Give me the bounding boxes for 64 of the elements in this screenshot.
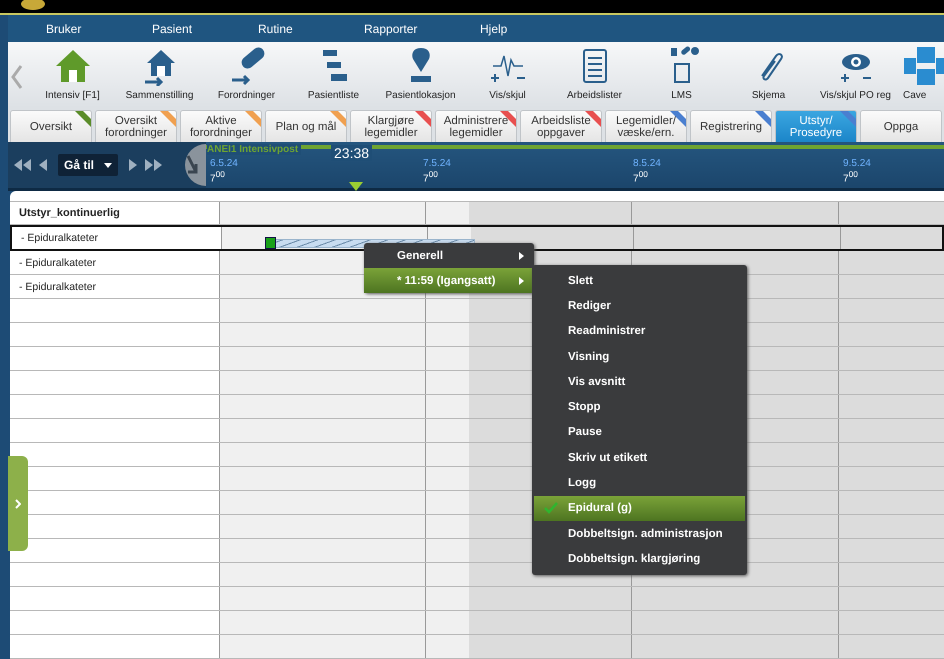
toolbar-button[interactable]: Cave — [903, 42, 944, 102]
tab[interactable]: Utstyr/ Prosedyre — [775, 110, 857, 142]
menu-item[interactable]: Bruker — [46, 22, 112, 36]
goto-dropdown[interactable]: Gå til — [58, 154, 118, 176]
tab[interactable]: Klargjøre legemidler — [350, 110, 432, 142]
puzzle-icon — [903, 46, 944, 86]
hour-label: 7$^{00}$ — [633, 169, 649, 185]
date-label: 6.5.24 — [210, 158, 239, 170]
tab[interactable]: Aktive forordninger — [180, 110, 262, 142]
menu-item[interactable]: Pause — [534, 420, 745, 446]
first-icon[interactable] — [14, 159, 32, 172]
submenu-arrow-icon — [519, 276, 524, 284]
tab[interactable]: Plan og mål — [265, 110, 347, 142]
menu-item[interactable]: Visning — [534, 344, 745, 370]
menu-item[interactable]: Dobbeltsign. klargjøring — [534, 546, 745, 572]
side-panel-handle[interactable] — [8, 456, 28, 551]
hour-label: 7$^{00}$ — [423, 169, 439, 185]
menu-item[interactable]: Hjelp — [480, 22, 546, 36]
hour-label: 7$^{00}$ — [210, 169, 226, 185]
toolbar-button[interactable]: Sammenstilling — [116, 42, 203, 102]
toolbar-button[interactable]: Vis/skjul PO reg — [812, 42, 899, 102]
next-icon[interactable] — [128, 159, 138, 172]
menu-item[interactable]: Readministrer — [534, 318, 745, 344]
chevron-right-icon — [15, 498, 21, 508]
submenu-arrow-icon — [519, 252, 524, 260]
menu-item[interactable]: Skriv ut etikett — [534, 445, 745, 470]
tab[interactable]: Administrere legemidler — [435, 110, 517, 142]
menu-item[interactable]: Rediger — [534, 293, 745, 319]
checkmark-icon — [544, 502, 558, 514]
tab[interactable]: Legemidler/ væske/ern. — [605, 110, 687, 142]
tab[interactable]: Oversikt forordninger — [95, 110, 177, 142]
toolbar-button[interactable]: Arbeidslister — [551, 42, 638, 102]
date-label: 9.5.24 — [843, 158, 872, 170]
hour-label: 7$^{00}$ — [843, 169, 859, 185]
toolbar-button[interactable]: Pasientlokasjon — [377, 42, 464, 102]
toolbar-button[interactable]: Vis/skjul — [464, 42, 551, 102]
toolbar-button[interactable]: Skjema — [725, 42, 812, 102]
tab[interactable]: Oversikt — [10, 110, 92, 142]
toolbar-button[interactable]: LMS — [638, 42, 725, 102]
menu-item[interactable]: Slett — [534, 268, 745, 294]
tab[interactable]: Registrering — [690, 110, 772, 142]
dropdown-caret-icon — [104, 162, 112, 168]
date-label: 8.5.24 — [633, 158, 662, 170]
previous-icon[interactable] — [38, 159, 48, 172]
toolbar-button[interactable]: Pasientliste — [290, 42, 377, 102]
menu-item[interactable]: Dobbeltsign. administrasjon — [534, 520, 745, 546]
toolbar-button[interactable]: Intensiv [F1] — [29, 42, 116, 102]
menu-item[interactable]: Pasient — [152, 22, 218, 36]
tab[interactable]: Oppga — [860, 110, 942, 142]
last-icon[interactable] — [144, 159, 162, 172]
toolbar-button[interactable]: Forordninger — [203, 42, 290, 102]
menu-item[interactable]: Rapporter — [364, 22, 440, 36]
menu-item[interactable]: * 11:59 (Igangsatt) — [364, 268, 534, 293]
tab[interactable]: Arbeidsliste oppgaver — [520, 110, 602, 142]
menu-item[interactable]: Logg — [534, 470, 745, 496]
logo-icon — [18, 0, 48, 12]
ward-label: ANEI1 Intensivpost — [207, 144, 302, 156]
menu-item[interactable]: Rutine — [258, 22, 324, 36]
date-label: 7.5.24 — [423, 158, 452, 170]
menu-item[interactable]: Vis avsnitt — [534, 369, 745, 394]
current-time: 23:38 — [331, 145, 372, 162]
menu-item[interactable]: Stopp — [534, 394, 745, 420]
menu-item[interactable]: Epidural (g) — [534, 496, 745, 521]
timeline-cell[interactable] — [222, 227, 942, 249]
